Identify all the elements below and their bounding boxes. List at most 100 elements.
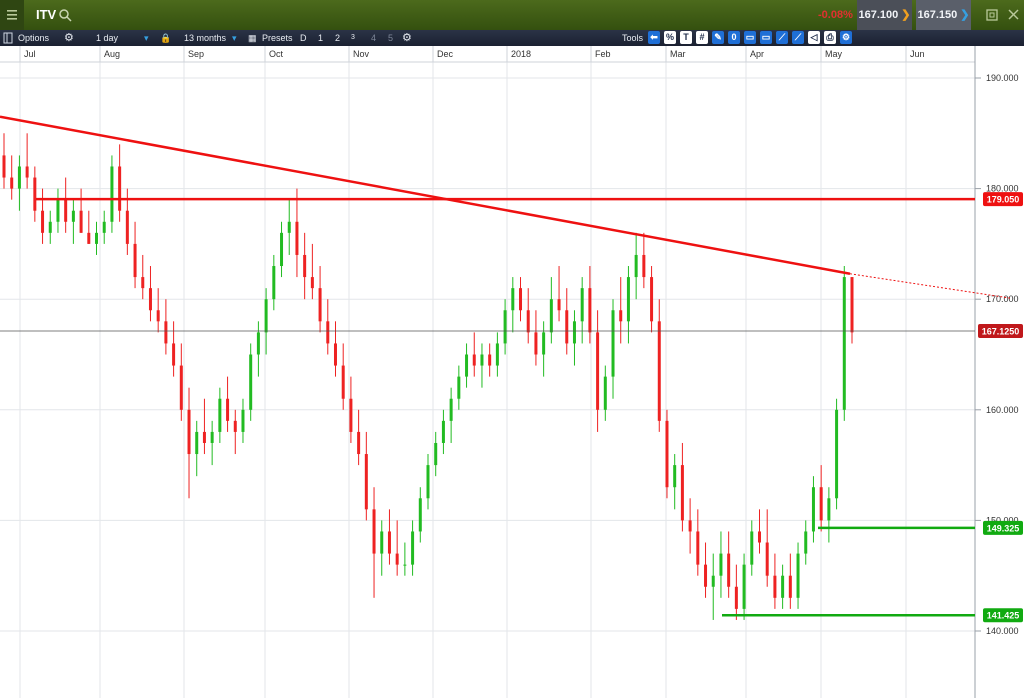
candle-body <box>426 465 430 499</box>
candle-body <box>750 531 754 565</box>
candle-body <box>495 343 499 366</box>
maximize-icon[interactable] <box>983 0 1003 30</box>
search-icon[interactable] <box>58 8 72 22</box>
sell-price-button[interactable]: 167.100 ❯ <box>857 0 912 30</box>
preset-4[interactable]: 4 <box>371 30 376 46</box>
level-label: 149.325 <box>987 523 1020 533</box>
candle-body <box>827 498 831 521</box>
preset-d[interactable]: D <box>300 30 307 46</box>
candle-body <box>742 564 746 609</box>
candle-body <box>48 221 52 233</box>
candle-body <box>395 553 399 565</box>
candle-body <box>179 365 183 410</box>
x-axis-label: Feb <box>595 49 611 59</box>
gear-icon[interactable]: ⚙ <box>64 30 74 46</box>
candle-body <box>233 420 237 432</box>
candle-body <box>87 232 91 244</box>
range-select[interactable]: 13 months ▾ <box>180 30 242 46</box>
candle-body <box>488 354 492 366</box>
lock-icon[interactable]: 🔒 <box>160 30 171 46</box>
candle-body <box>480 354 484 366</box>
candle-body <box>287 221 291 233</box>
candle-body <box>596 332 600 410</box>
candle-body <box>519 288 523 311</box>
panel-icon[interactable] <box>3 30 15 46</box>
drawing-tool-icon[interactable]: ✎ <box>712 31 724 44</box>
interval-value: 1 day <box>96 33 119 43</box>
text-tool-icon[interactable]: T <box>680 31 692 44</box>
candle-body <box>688 520 692 532</box>
candle-body <box>56 199 60 222</box>
candle-body <box>781 575 785 598</box>
candle-body <box>526 310 530 333</box>
candle-body <box>642 254 646 278</box>
candle-body <box>511 288 515 311</box>
candle-body <box>580 288 584 322</box>
preset-5[interactable]: 5 <box>388 30 393 46</box>
candle-body <box>295 221 299 255</box>
interval-select[interactable]: 1 day ▾ <box>92 30 154 46</box>
candle-body <box>765 542 769 576</box>
candle-body <box>156 310 160 322</box>
y-axis-label: 190.000 <box>986 73 1019 83</box>
window-icon[interactable]: ▭ <box>760 31 772 44</box>
candle-body <box>172 343 176 366</box>
candle-body <box>503 310 507 344</box>
preset-1[interactable]: 1 <box>318 30 323 46</box>
candle-body <box>95 232 99 244</box>
candle-body <box>372 509 376 554</box>
tools-label: Tools <box>622 33 644 43</box>
options-button[interactable]: Options <box>18 30 49 46</box>
chevron-down-icon: ▾ <box>144 33 149 43</box>
candle-body <box>465 354 469 377</box>
candle-body <box>835 409 839 499</box>
settings-icon[interactable]: ⚙ <box>840 31 852 44</box>
y-axis-label: 170.000 <box>986 294 1019 304</box>
tag-icon[interactable]: ◁ <box>808 31 820 44</box>
zero-icon[interactable]: 0 <box>728 31 740 44</box>
candle <box>842 266 846 421</box>
candle-body <box>226 398 230 421</box>
hamburger-menu-button[interactable] <box>0 0 24 30</box>
candle-body <box>71 210 75 222</box>
percent-icon[interactable]: % <box>664 31 676 44</box>
trendline-icon[interactable]: ⟋ <box>792 31 804 44</box>
sell-price: 167.100 <box>858 9 899 21</box>
window-icon[interactable]: ▭ <box>744 31 756 44</box>
candle-body <box>218 398 222 432</box>
candle <box>110 155 114 233</box>
candle-body <box>102 221 106 233</box>
back-arrow-icon[interactable]: ⬅ <box>648 31 660 44</box>
candle-body <box>357 431 361 455</box>
symbol-title: ITV <box>36 7 57 22</box>
candle-body <box>449 398 453 421</box>
trendline-icon[interactable]: ⟋ <box>776 31 788 44</box>
grid-icon[interactable]: # <box>696 31 708 44</box>
x-axis-label: Nov <box>353 49 370 59</box>
candle-body <box>17 166 21 189</box>
candle-body <box>241 409 245 432</box>
gear-icon[interactable]: ⚙ <box>402 30 412 46</box>
print-icon[interactable]: ⎙ <box>824 31 836 44</box>
price-chart[interactable]: Jul Aug Sep Oct Nov Dec 2018 Feb Mar Apr May Jun 19… <box>0 46 1024 698</box>
candle-body <box>411 531 415 565</box>
preset-3[interactable]: 3 <box>351 30 355 46</box>
candle-body <box>141 277 145 289</box>
x-axis-label: Sep <box>188 49 204 59</box>
preset-2[interactable]: 2 <box>335 30 340 46</box>
candle-body <box>310 277 314 289</box>
candle-body <box>634 254 638 278</box>
candle-body <box>110 166 114 222</box>
candle-body <box>333 343 337 366</box>
candle-body <box>542 332 546 355</box>
candle-body <box>565 310 569 344</box>
y-axis-label: 140.000 <box>986 626 1019 636</box>
close-icon[interactable] <box>1004 0 1024 30</box>
candle-body <box>118 166 122 211</box>
candle-body <box>673 465 677 488</box>
calendar-icon[interactable]: ▦ <box>248 30 257 46</box>
change-percentage: -0.08% <box>818 9 853 21</box>
candle-body <box>249 354 253 410</box>
buy-price-button[interactable]: 167.150 ❯ <box>916 0 971 30</box>
candle-body <box>711 575 715 587</box>
